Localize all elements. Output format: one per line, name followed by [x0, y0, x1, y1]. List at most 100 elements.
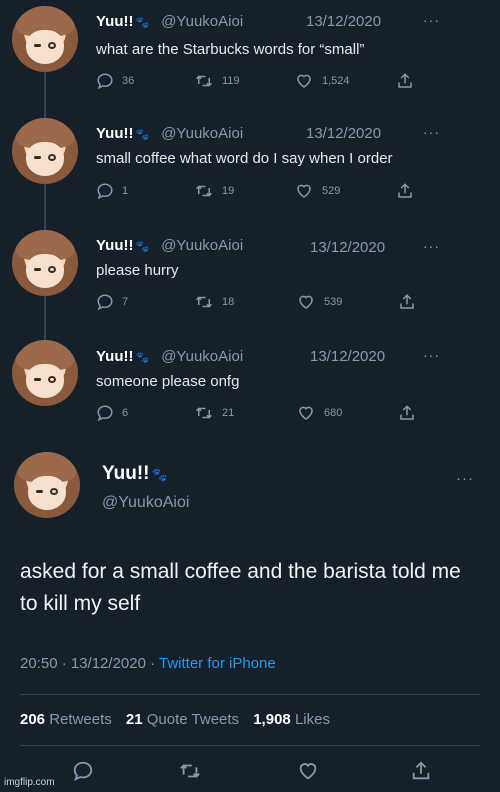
user-handle[interactable]: @YuukoAioi: [161, 13, 243, 30]
more-options-icon[interactable]: ···: [423, 238, 440, 254]
share-button[interactable]: [396, 182, 414, 200]
reply-button[interactable]: 6: [96, 404, 128, 422]
share-icon: [398, 73, 412, 88]
tweet-timestamp[interactable]: 20:50 · 13/12/2020 ·: [20, 655, 159, 672]
tweet-header: Yuu!! 🐾 @YuukoAioi: [96, 125, 243, 142]
likes-count[interactable]: 1,908: [253, 711, 291, 728]
retweet-button[interactable]: 19: [194, 182, 234, 200]
retweet-icon: [195, 75, 213, 87]
avatar[interactable]: [12, 230, 78, 296]
tweet-header: Yuu!! 🐾 @YuukoAioi: [96, 13, 243, 30]
retweets-count[interactable]: 206: [20, 711, 45, 728]
divider: [20, 745, 480, 746]
reply-button[interactable]: 36: [96, 72, 134, 90]
share-button[interactable]: [396, 72, 414, 90]
retweet-icon: [195, 407, 213, 419]
reply-count: 7: [122, 296, 129, 308]
like-button[interactable]: 539: [296, 293, 342, 311]
tweet-date[interactable]: 13/12/2020: [306, 13, 381, 30]
reply-button[interactable]: 7: [96, 293, 128, 311]
retweet-count: 119: [222, 75, 240, 87]
tweet-text: please hurry: [96, 262, 179, 279]
tweet-meta: 20:50 · 13/12/2020 · Twitter for iPhone: [20, 655, 276, 672]
like-count: 680: [324, 407, 343, 419]
retweet-icon: [180, 764, 200, 778]
tweet-header: Yuu!! 🐾 @YuukoAioi: [96, 237, 243, 254]
like-button[interactable]: [296, 760, 320, 787]
divider: [20, 694, 480, 695]
reply-button[interactable]: 1: [96, 182, 128, 200]
main-avatar[interactable]: [14, 452, 80, 518]
retweet-icon: [195, 296, 213, 308]
reply-count: 6: [122, 407, 129, 419]
share-icon: [400, 405, 414, 420]
more-options-icon[interactable]: ···: [456, 470, 474, 487]
thread-tweet-4[interactable]: Yuu!! 🐾 @YuukoAioi 13/12/2020 ··· someone …: [0, 334, 500, 444]
heart-icon: [297, 74, 311, 88]
avatar[interactable]: [12, 118, 78, 184]
avatar[interactable]: [12, 6, 78, 72]
thread-tweet-3[interactable]: Yuu!! 🐾 @YuukoAioi 13/12/2020 ··· please h…: [0, 224, 500, 334]
more-options-icon[interactable]: ···: [423, 124, 440, 140]
paw-icon: 🐾: [135, 129, 150, 141]
share-button[interactable]: [410, 760, 432, 787]
heart-icon: [299, 763, 317, 780]
main-tweet-actions: [0, 760, 500, 786]
retweet-count: 18: [222, 296, 235, 308]
retweet-count: 21: [222, 407, 235, 419]
tweet-date[interactable]: 13/12/2020: [310, 239, 385, 256]
user-handle[interactable]: @YuukoAioi: [161, 348, 243, 365]
display-name[interactable]: Yuu!!: [96, 125, 134, 142]
avatar[interactable]: [12, 340, 78, 406]
reply-count: 36: [122, 75, 135, 87]
reply-icon: [97, 294, 113, 311]
main-display-name[interactable]: Yuu!! 🐾: [102, 463, 172, 485]
tweet-text: what are the Starbucks words for “small”: [96, 41, 365, 58]
retweet-count: 19: [222, 185, 235, 197]
paw-icon: 🐾: [151, 467, 168, 482]
display-name[interactable]: Yuu!!: [96, 348, 134, 365]
user-handle[interactable]: @YuukoAioi: [161, 125, 243, 142]
like-button[interactable]: 1,524: [294, 72, 350, 90]
engagement-stats: 206 Retweets 21 Quote Tweets 1,908 Likes: [20, 711, 340, 728]
thread-tweet-2[interactable]: Yuu!! 🐾 @YuukoAioi 13/12/2020 ··· small co…: [0, 112, 500, 222]
likes-label[interactable]: Likes: [295, 711, 330, 728]
tweet-text: someone please onfg: [96, 373, 240, 390]
paw-icon: 🐾: [135, 352, 150, 364]
share-button[interactable]: [398, 404, 416, 422]
like-button[interactable]: 680: [296, 404, 342, 422]
paw-icon: 🐾: [135, 17, 150, 29]
reply-icon: [73, 761, 93, 782]
tweet-date[interactable]: 13/12/2020: [310, 348, 385, 365]
retweets-label[interactable]: Retweets: [49, 711, 112, 728]
share-button[interactable]: [398, 293, 416, 311]
share-icon: [412, 761, 430, 780]
display-name[interactable]: Yuu!!: [102, 463, 150, 484]
main-user-handle[interactable]: @YuukoAioi: [102, 494, 189, 512]
like-count: 539: [324, 296, 343, 308]
tweet-source-link[interactable]: Twitter for iPhone: [159, 655, 276, 672]
retweet-button[interactable]: 21: [194, 404, 234, 422]
quote-tweets-count[interactable]: 21: [126, 711, 143, 728]
like-button[interactable]: 529: [294, 182, 340, 200]
more-options-icon[interactable]: ···: [423, 12, 440, 28]
reply-icon: [97, 405, 113, 422]
tweet-actions: 1 19 529: [96, 182, 426, 204]
user-handle[interactable]: @YuukoAioi: [161, 237, 243, 254]
reply-button[interactable]: [72, 760, 94, 787]
watermark: imgflip.com: [4, 777, 55, 788]
display-name[interactable]: Yuu!!: [96, 237, 134, 254]
retweet-button[interactable]: 119: [194, 72, 240, 90]
tweet-actions: 36 119 1,524: [96, 72, 426, 94]
thread-tweet-1[interactable]: Yuu!! 🐾 @YuukoAioi 13/12/2020 ··· what are…: [0, 0, 500, 110]
display-name[interactable]: Yuu!!: [96, 13, 134, 30]
retweet-icon: [195, 185, 213, 197]
share-icon: [398, 183, 412, 198]
more-options-icon[interactable]: ···: [423, 347, 440, 363]
retweet-button[interactable]: [178, 760, 202, 787]
quote-tweets-label[interactable]: Quote Tweets: [147, 711, 239, 728]
share-icon: [400, 294, 414, 309]
retweet-button[interactable]: 18: [194, 293, 234, 311]
main-tweet-text: asked for a small coffee and the barista…: [20, 560, 461, 615]
tweet-date[interactable]: 13/12/2020: [306, 125, 381, 142]
